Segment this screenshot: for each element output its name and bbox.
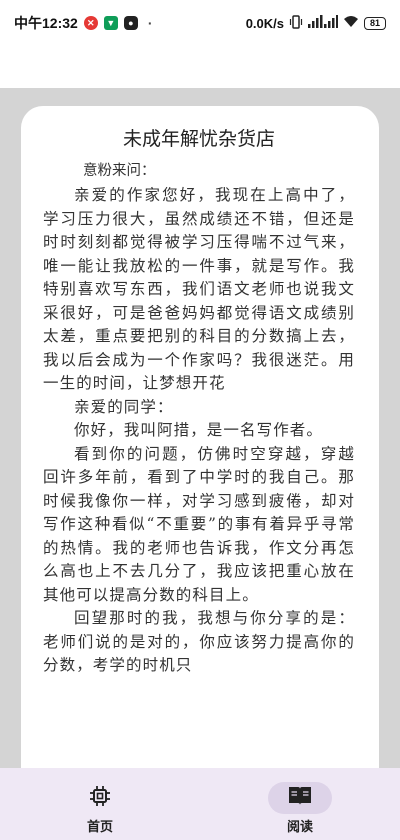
letter-card[interactable]: 未成年解忧杂货店 意粉来问： 亲爱的作家您好，我现在上高中了，学习压力很大，虽然… <box>21 106 379 796</box>
letter-paragraph: 亲爱的同学： <box>74 397 174 416</box>
app-black-icon: ● <box>123 16 138 30</box>
app-red-icon: ✕ <box>83 16 98 30</box>
letter-from: 意粉来问： <box>83 163 156 179</box>
app-top-bar <box>0 46 400 88</box>
status-left: 中午12:32 ✕ ▼ ● · <box>14 13 152 33</box>
signal-icon <box>308 15 338 31</box>
letter-paragraph: 回望那时的我，我想与你分享的是：老师们说的是对的，你应该努力提高你的分数，考学的… <box>43 609 355 674</box>
chip-icon <box>88 784 112 812</box>
nav-home-icon-wrap <box>68 782 132 814</box>
letter-paragraph: 你好，我叫阿措，是一名写作者。 <box>74 421 324 439</box>
network-speed: 0.0K/s <box>245 15 284 31</box>
nav-reading-label: 阅读 <box>286 820 313 835</box>
wifi-icon <box>343 15 359 31</box>
nav-home[interactable]: 首页 <box>0 768 200 840</box>
book-icon <box>288 785 312 811</box>
status-bar: 中午12:32 ✕ ▼ ● · 0.0K/s 81 <box>0 0 400 46</box>
nav-reading[interactable]: 阅读 <box>200 768 400 840</box>
status-time: 中午12:32 <box>14 15 78 31</box>
nav-reading-icon-wrap <box>268 782 332 814</box>
app-green-icon: ▼ <box>103 16 118 30</box>
nav-home-label: 首页 <box>86 820 113 835</box>
letter-paragraph: 亲爱的作家您好，我现在上高中了，学习压力很大，虽然成绩还不错，但还是时时刻刻都觉… <box>43 186 355 392</box>
battery-icon: 81 <box>364 16 386 30</box>
vibrate-icon <box>289 14 303 32</box>
more-dot-icon: · <box>147 15 153 31</box>
letter-paragraph: 看到你的问题，仿佛时空穿越，穿越回许多年前，看到了中学时的我自己。那时候我像你一… <box>43 444 355 604</box>
bottom-nav: 首页 阅读 <box>0 768 400 840</box>
status-right: 0.0K/s 81 <box>245 14 386 32</box>
letter-title: 未成年解忧杂货店 <box>122 128 275 150</box>
